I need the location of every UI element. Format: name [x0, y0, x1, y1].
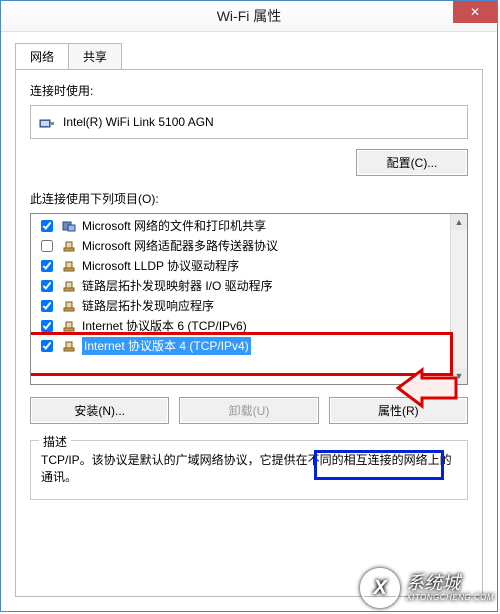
properties-button[interactable]: 属性(R)	[329, 397, 468, 424]
list-item[interactable]: Microsoft 网络的文件和打印机共享	[31, 216, 467, 236]
list-item[interactable]: Microsoft 网络适配器多路传送器协议	[31, 236, 467, 256]
network-adapter-icon	[39, 114, 55, 130]
list-item-checkbox[interactable]	[41, 300, 53, 312]
adapter-name: Intel(R) WiFi Link 5100 AGN	[63, 115, 214, 129]
list-item-checkbox[interactable]	[41, 220, 53, 232]
protocol-icon	[62, 239, 76, 253]
install-button[interactable]: 安装(N)...	[30, 397, 169, 424]
watermark-text-en: XITONGCHENG.COM	[406, 594, 494, 603]
list-item[interactable]: 链路层拓扑发现映射器 I/O 驱动程序	[31, 276, 467, 296]
list-item-checkbox[interactable]	[41, 240, 53, 252]
list-item[interactable]: Internet 协议版本 4 (TCP/IPv4)	[31, 336, 467, 356]
service-icon	[62, 219, 76, 233]
adapter-box: Intel(R) WiFi Link 5100 AGN	[30, 105, 468, 139]
close-button[interactable]: ✕	[453, 1, 497, 23]
list-item-checkbox[interactable]	[41, 320, 53, 332]
button-row: 安装(N)... 卸载(U) 属性(R)	[30, 397, 468, 424]
titlebar: Wi-Fi 属性 ✕	[1, 1, 497, 32]
watermark-text-cn: 系统城	[406, 574, 494, 594]
protocol-icon	[62, 299, 76, 313]
list-item-label: Internet 协议版本 4 (TCP/IPv4)	[82, 337, 251, 355]
connect-using-label: 连接时使用:	[30, 82, 468, 99]
scroll-up-button[interactable]: ▲	[451, 214, 467, 230]
description-text: TCP/IP。该协议是默认的广域网络协议，它提供在不同的相互连接的网络上的通讯。	[41, 451, 457, 485]
client-area: 网络 共享 连接时使用: Intel(R) WiFi Link 5100 AGN…	[1, 32, 497, 611]
tabs: 网络 共享	[15, 43, 483, 70]
list-item[interactable]: Internet 协议版本 6 (TCP/IPv6)	[31, 316, 467, 336]
list-item[interactable]: 链路层拓扑发现响应程序	[31, 296, 467, 316]
close-icon: ✕	[470, 6, 480, 18]
protocol-icon	[62, 279, 76, 293]
items-label: 此连接使用下列项目(O):	[30, 190, 468, 207]
list-item-checkbox[interactable]	[41, 280, 53, 292]
protocol-icon	[62, 319, 76, 333]
watermark-logo-icon: X	[360, 568, 400, 608]
watermark: X 系统城 XITONGCHENG.COM	[360, 568, 494, 608]
list-item-label: Internet 协议版本 6 (TCP/IPv6)	[82, 317, 247, 335]
protocol-icon	[62, 339, 76, 353]
window-frame: Wi-Fi 属性 ✕ 网络 共享 连接时使用: Intel(R) WiFi Li…	[0, 0, 498, 612]
list-item-label: Microsoft 网络的文件和打印机共享	[82, 217, 266, 235]
scrollbar-vertical[interactable]: ▲ ▼	[450, 214, 467, 384]
list-item-label: Microsoft 网络适配器多路传送器协议	[82, 237, 278, 255]
list-item[interactable]: Microsoft LLDP 协议驱动程序	[31, 256, 467, 276]
tab-sharing[interactable]: 共享	[68, 43, 122, 70]
list-item-checkbox[interactable]	[41, 260, 53, 272]
configure-button[interactable]: 配置(C)...	[356, 149, 468, 176]
uninstall-button: 卸载(U)	[179, 397, 318, 424]
description-group: 描述 TCP/IP。该协议是默认的广域网络协议，它提供在不同的相互连接的网络上的…	[30, 440, 468, 500]
description-legend: 描述	[39, 433, 71, 450]
tab-network[interactable]: 网络	[15, 43, 69, 70]
list-item-checkbox[interactable]	[41, 340, 53, 352]
list-item-label: 链路层拓扑发现映射器 I/O 驱动程序	[82, 277, 273, 295]
list-item-label: Microsoft LLDP 协议驱动程序	[82, 257, 239, 275]
scroll-down-button[interactable]: ▼	[451, 368, 467, 384]
tab-panel-network: 连接时使用: Intel(R) WiFi Link 5100 AGN 配置(C)…	[15, 69, 483, 597]
components-listbox[interactable]: Microsoft 网络的文件和打印机共享 Microsoft 网络适配器多路传送…	[30, 213, 468, 385]
window-title: Wi-Fi 属性	[217, 6, 282, 26]
list-item-label: 链路层拓扑发现响应程序	[82, 297, 214, 315]
protocol-icon	[62, 259, 76, 273]
